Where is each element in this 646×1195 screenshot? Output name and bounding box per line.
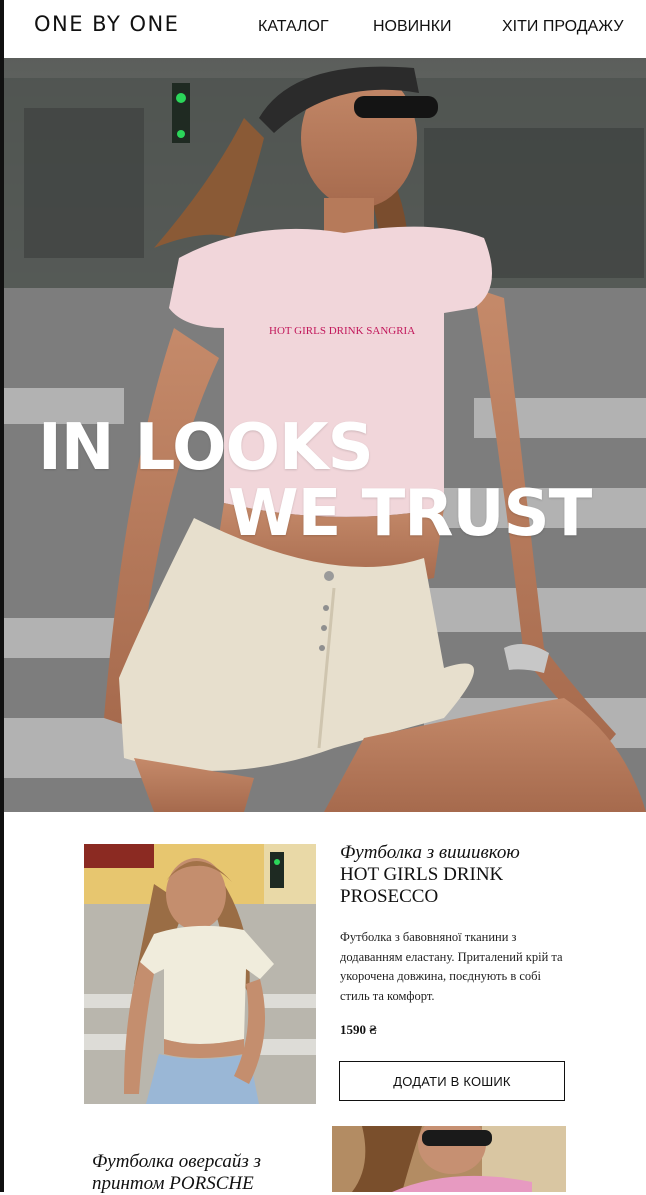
nav-item-bestsellers[interactable]: ХІТИ ПРОДАЖУ <box>502 18 624 36</box>
product-title-prosecco[interactable]: Футболка з вишивкою HOT GIRLS DRINK PROS… <box>340 842 560 908</box>
hero-headline-line2: WE TRUST <box>228 477 592 551</box>
nav-item-catalog[interactable]: КАТАЛОГ <box>258 18 329 36</box>
product-title-prefix: Футболка з вишивкою <box>340 842 520 863</box>
product-photo-prosecco <box>84 844 316 1104</box>
product-photo-porsche <box>332 1126 566 1192</box>
shirt-print-text: HOT GIRLS DRINK SANGRIA <box>269 325 415 337</box>
product-image-prosecco[interactable] <box>84 844 316 1104</box>
header: ONE BY ONE КАТАЛОГ НОВИНКИ ХІТИ ПРОДАЖУ <box>4 0 646 58</box>
product-title-porsche[interactable]: Футболка оверсайз з принтом PORSCHE <box>92 1151 312 1195</box>
hero-banner[interactable]: HOT GIRLS DRINK SANGRIA IN LOOKS WE TRUS… <box>4 58 646 812</box>
hero-headline-line1: IN LOOKS <box>38 411 374 485</box>
product-title-prefix: Футболка оверсайз з <box>92 1151 261 1172</box>
add-to-cart-button[interactable]: ДОДАТИ В КОШИК <box>339 1061 565 1101</box>
brand-logo[interactable]: ONE BY ONE <box>34 12 179 36</box>
product-description: Футболка з бавовняної тканини з додаванн… <box>340 930 563 1003</box>
product-title-name: HOT GIRLS DRINK PROSECCO <box>340 864 504 907</box>
product-image-porsche[interactable] <box>332 1126 566 1192</box>
product-price: 1590 ₴ <box>340 1022 377 1037</box>
email-page: ONE BY ONE КАТАЛОГ НОВИНКИ ХІТИ ПРОДАЖУ <box>0 0 646 1195</box>
nav-item-new-arrivals[interactable]: НОВИНКИ <box>373 18 452 36</box>
